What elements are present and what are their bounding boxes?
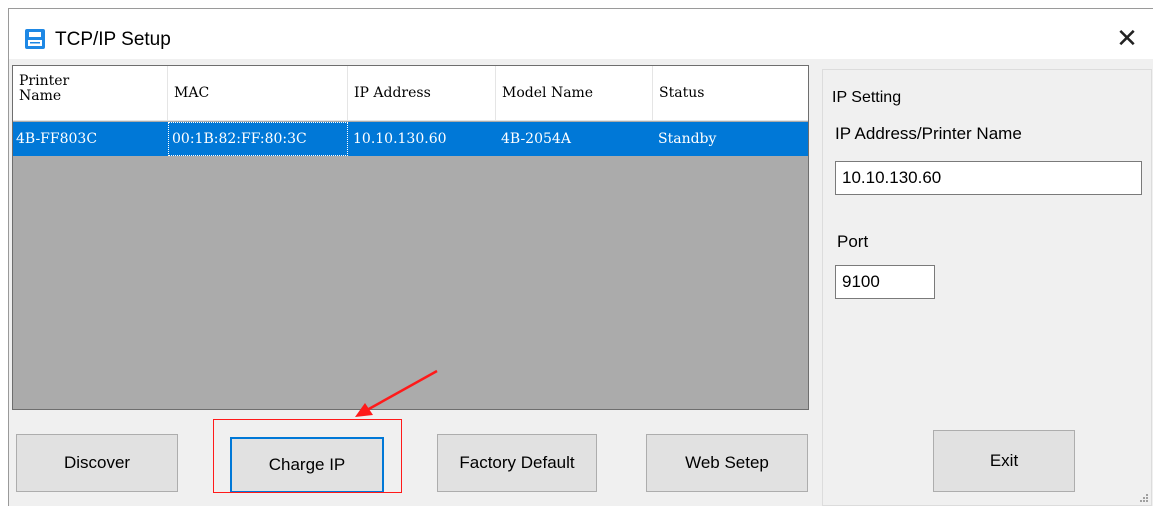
column-label: IP Address <box>354 85 431 101</box>
window-title: TCP/IP Setup <box>55 29 171 50</box>
column-label: Status <box>659 85 705 101</box>
cell-mac: 00:1B:82:FF:80:3C <box>168 122 348 156</box>
factory-default-button[interactable]: Factory Default <box>437 434 597 492</box>
column-label: MAC <box>174 85 210 101</box>
cell-ip-address: 10.10.130.60 <box>353 131 447 147</box>
title-bar: TCP/IP Setup ✕ <box>9 9 1153 59</box>
cell-model-name: 4B-2054A <box>501 131 571 147</box>
column-header-status[interactable]: Status <box>653 66 808 121</box>
column-label: Model Name <box>502 85 594 101</box>
ip-setting-group-title: IP Setting <box>829 89 905 107</box>
port-input[interactable]: 9100 <box>835 265 935 299</box>
annotation-arrow-icon <box>355 369 438 417</box>
cell-status: Standby <box>658 131 717 147</box>
column-label: Printer Name <box>19 73 70 104</box>
printer-list[interactable]: Printer Name MAC IP Address Model Name S… <box>12 65 809 410</box>
exit-button[interactable]: Exit <box>933 430 1075 492</box>
printer-icon <box>25 29 45 49</box>
highlight-rectangle <box>213 419 402 493</box>
discover-button[interactable]: Discover <box>16 434 178 492</box>
column-header-mac[interactable]: MAC <box>168 66 348 121</box>
column-header-printer-name[interactable]: Printer Name <box>13 66 168 121</box>
column-header-model-name[interactable]: Model Name <box>496 66 653 121</box>
column-header-ip-address[interactable]: IP Address <box>348 66 496 121</box>
ip-address-input[interactable]: 10.10.130.60 <box>835 161 1142 195</box>
ip-address-label: IP Address/Printer Name <box>835 124 1022 143</box>
list-header: Printer Name MAC IP Address Model Name S… <box>13 66 808 121</box>
port-label: Port <box>837 232 869 251</box>
web-setep-button[interactable]: Web Setep <box>646 434 808 492</box>
close-icon[interactable]: ✕ <box>1109 23 1145 53</box>
tcpip-setup-window: TCP/IP Setup ✕ Printer Name MAC IP Addre… <box>8 8 1153 506</box>
resize-grip-icon[interactable] <box>1139 493 1149 503</box>
table-row[interactable]: 4B-FF803C 00:1B:82:FF:80:3C 10.10.130.60… <box>13 122 808 156</box>
cell-printer-name: 4B-FF803C <box>16 131 98 147</box>
